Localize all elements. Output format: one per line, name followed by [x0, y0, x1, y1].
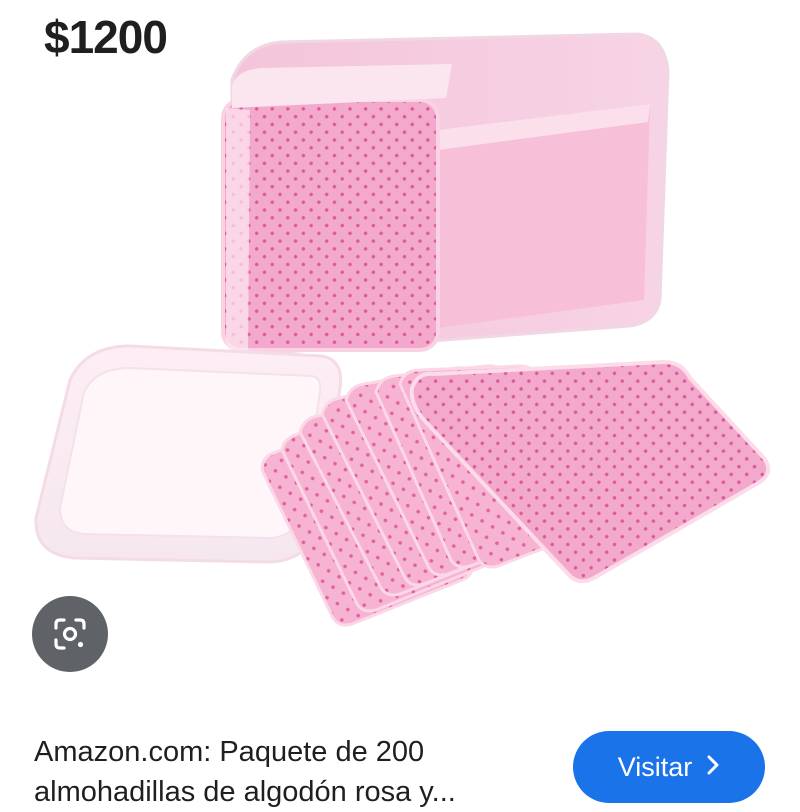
- result-title-line-2: almohadillas de algodón rosa y...: [34, 776, 456, 808]
- price-label: $1200: [44, 11, 168, 63]
- visit-button-label: Visitar: [617, 751, 693, 782]
- result-title-line-1: Amazon.com: Paquete de 200: [34, 736, 425, 768]
- fanned-cotton-pads: [260, 359, 771, 627]
- pad-container-box: [221, 32, 670, 360]
- result-title-link[interactable]: Amazon.com: Paquete de 200 almohadillas …: [34, 732, 554, 812]
- visit-button[interactable]: Visitar: [573, 731, 765, 803]
- chevron-right-icon: [706, 753, 720, 781]
- google-lens-icon: [54, 618, 86, 650]
- product-image[interactable]: [0, 0, 800, 700]
- google-lens-button[interactable]: [32, 596, 108, 672]
